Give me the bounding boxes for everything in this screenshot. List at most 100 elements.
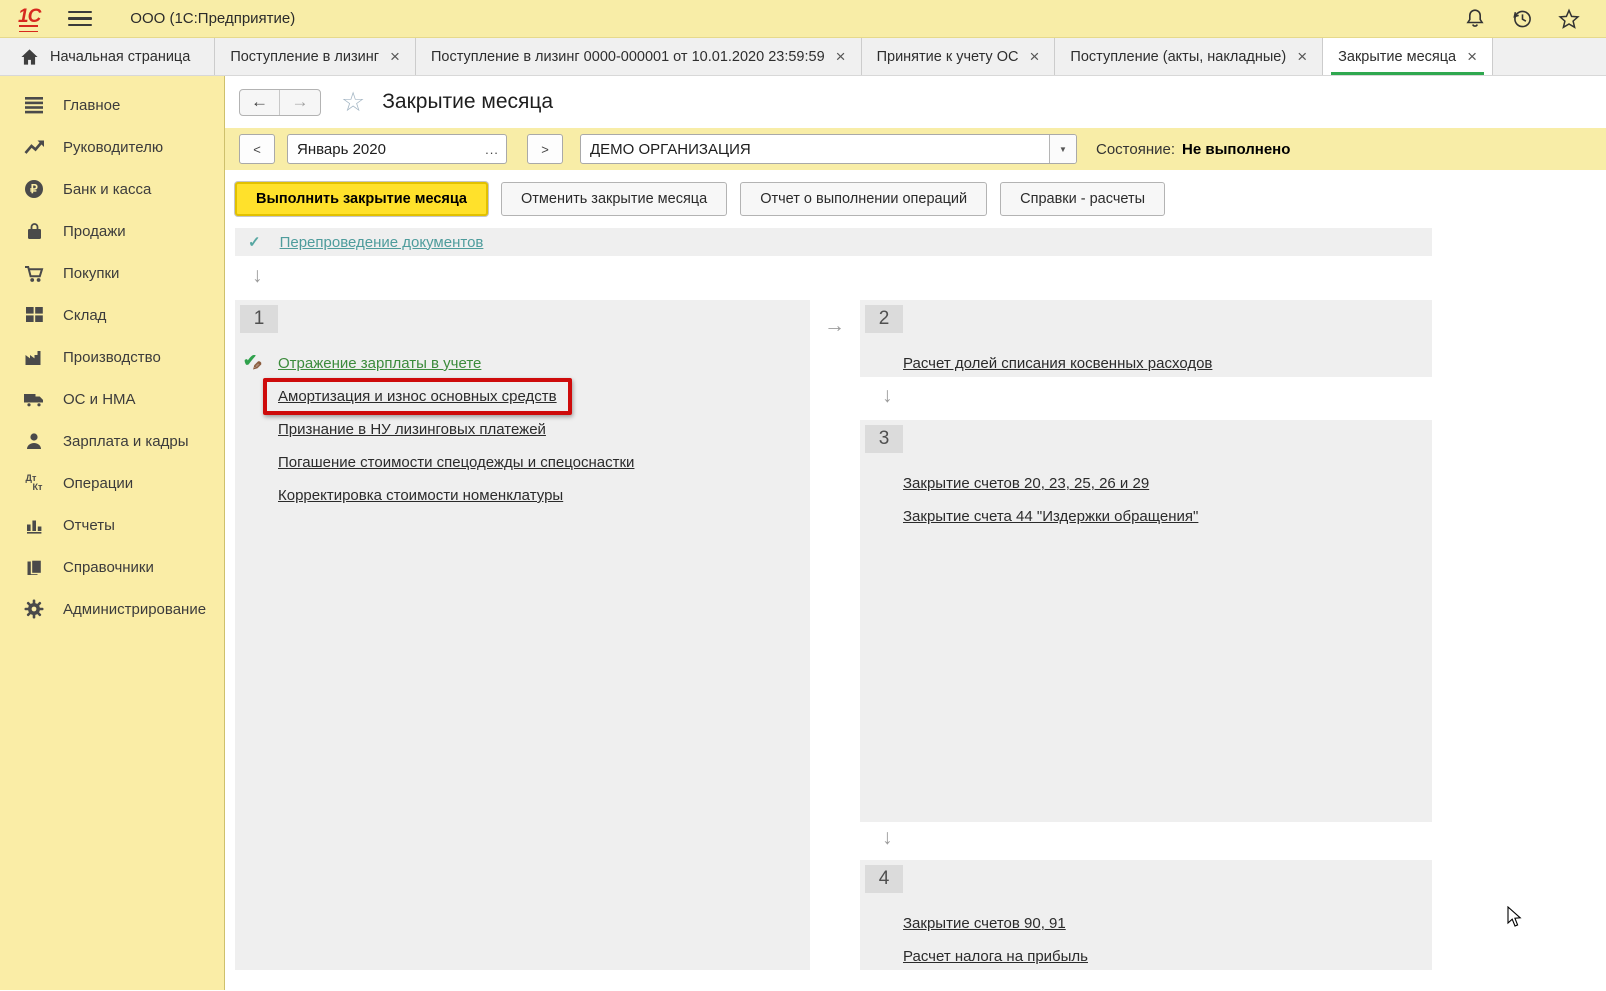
tab-postuplenie-akty[interactable]: Поступление (акты, накладные) × — [1055, 38, 1323, 75]
chevron-down-icon[interactable]: ▼ — [1049, 135, 1076, 163]
sidebar-item-label: Производство — [63, 349, 161, 366]
sidebar-item-rukovoditelyu[interactable]: Руководителю — [0, 126, 224, 168]
organization-select[interactable]: ДЕМО ОРГАНИЗАЦИЯ ▼ — [580, 134, 1077, 164]
tab-label: Поступление (акты, накладные) — [1070, 49, 1286, 65]
sidebar-item-otchety[interactable]: Отчеты — [0, 504, 224, 546]
add-to-favorites-star-icon[interactable]: ☆ — [341, 89, 365, 116]
prev-month-button[interactable]: < — [239, 134, 275, 164]
operation-row: Корректировка стоимости номенклатуры — [235, 479, 810, 512]
operation-row: Расчет долей списания косвенных расходов — [860, 347, 1432, 380]
sidebar-item-label: Отчеты — [63, 517, 115, 534]
shopping-cart-icon — [22, 263, 46, 283]
tab-prinyatie-k-uchetu-os[interactable]: Принятие к учету ОС × — [862, 38, 1056, 75]
tab-label: Начальная страница — [50, 49, 190, 65]
period-input[interactable]: Январь 2020 ... — [287, 134, 507, 164]
reposting-documents-link[interactable]: Перепроведение документов — [280, 234, 484, 251]
operation-row: Закрытие счетов 90, 91 — [860, 907, 1432, 940]
operation-link-workwear-cost[interactable]: Погашение стоимости спецодежды и спецосн… — [278, 454, 634, 471]
operations-group-2: 2 Расчет долей списания косвенных расход… — [860, 300, 1432, 377]
close-icon[interactable]: × — [1297, 48, 1307, 65]
tab-home[interactable]: Начальная страница — [0, 38, 215, 75]
window-title-bar: 1С ООО (1С:Предприятие) — [0, 0, 1606, 38]
sidebar-item-bank-i-kassa[interactable]: ₽ Банк и касса — [0, 168, 224, 210]
sidebar-item-zarplata-i-kadry[interactable]: Зарплата и кадры — [0, 420, 224, 462]
tab-zakrytie-mesyaca[interactable]: Закрытие месяца × — [1323, 38, 1493, 75]
hamburger-menu-icon[interactable] — [68, 11, 92, 26]
sidebar-item-operacii[interactable]: ДтКт Операции — [0, 462, 224, 504]
operation-row: ✔✎ Отражение зарплаты в учете — [235, 347, 810, 380]
sidebar-item-glavnoe[interactable]: Главное — [0, 84, 224, 126]
run-month-closing-button[interactable]: Выполнить закрытие месяца — [235, 182, 488, 216]
operation-row: Признание в НУ лизинговых платежей — [235, 413, 810, 446]
right-arrow-icon: → — [824, 314, 845, 338]
books-icon — [22, 557, 46, 577]
menu-lines-icon — [22, 95, 46, 115]
next-month-button[interactable]: > — [527, 134, 563, 164]
operation-link-nomenclature-cost[interactable]: Корректировка стоимости номенклатуры — [278, 487, 563, 504]
sidebar-item-os-i-nma[interactable]: ОС и НМА — [0, 378, 224, 420]
operation-link-depreciation[interactable]: Амортизация и износ основных средств — [278, 388, 557, 405]
operations-group-4: 4 Закрытие счетов 90, 91 Расчет налога н… — [860, 860, 1432, 970]
group-number-badge: 2 — [865, 305, 903, 333]
favorites-star-icon[interactable] — [1558, 8, 1580, 30]
tab-postuplenie-v-lizing[interactable]: Поступление в лизинг × — [215, 38, 416, 75]
sidebar-item-spravochniki[interactable]: Справочники — [0, 546, 224, 588]
down-arrow-icon: ↓ — [252, 265, 263, 286]
sidebar-item-label: Склад — [63, 307, 106, 324]
operation-link-income-tax[interactable]: Расчет налога на прибыль — [903, 948, 1088, 965]
close-icon[interactable]: × — [836, 48, 846, 65]
operation-link-close-account-44[interactable]: Закрытие счета 44 "Издержки обращения" — [903, 508, 1198, 525]
bar-chart-icon — [22, 515, 46, 535]
svg-text:₽: ₽ — [30, 182, 38, 196]
sidebar-item-label: Банк и касса — [63, 181, 151, 198]
operation-link-indirect-costs[interactable]: Расчет долей списания косвенных расходов — [903, 355, 1212, 372]
group-number-badge: 1 — [240, 305, 278, 333]
sidebar-item-label: Администрирование — [63, 601, 206, 618]
tab-label: Поступление в лизинг — [230, 49, 379, 65]
cancel-month-closing-button[interactable]: Отменить закрытие месяца — [501, 182, 727, 216]
period-toolbar: < Январь 2020 ... > ДЕМО ОРГАНИЗАЦИЯ ▼ С… — [225, 128, 1606, 170]
nav-forward-button[interactable]: → — [280, 90, 320, 115]
sidebar-item-sklad[interactable]: Склад — [0, 294, 224, 336]
sidebar-item-label: Операции — [63, 475, 133, 492]
calculations-references-button[interactable]: Справки - расчеты — [1000, 182, 1165, 216]
sidebar-item-administrirovanie[interactable]: Администрирование — [0, 588, 224, 630]
operations-group-3: 3 Закрытие счетов 20, 23, 25, 26 и 29 За… — [860, 420, 1432, 822]
operations-report-button[interactable]: Отчет о выполнении операций — [740, 182, 987, 216]
reposting-documents-row: ✓ Перепроведение документов — [235, 228, 1432, 256]
sidebar-item-prodazhi[interactable]: Продажи — [0, 210, 224, 252]
period-picker-button[interactable]: ... — [478, 142, 506, 157]
actions-toolbar: Выполнить закрытие месяца Отменить закры… — [225, 170, 1606, 228]
sidebar-item-label: Зарплата и кадры — [63, 433, 189, 450]
sidebar-item-label: Справочники — [63, 559, 154, 576]
sidebar-item-proizvodstvo[interactable]: Производство — [0, 336, 224, 378]
tab-label: Закрытие месяца — [1338, 49, 1456, 65]
down-arrow-icon: ↓ — [882, 385, 893, 406]
operation-link-close-accounts-90-91[interactable]: Закрытие счетов 90, 91 — [903, 915, 1066, 932]
tab-postuplenie-document[interactable]: Поступление в лизинг 0000-000001 от 10.0… — [416, 38, 862, 75]
down-arrow-icon: ↓ — [882, 827, 893, 848]
trend-arrow-icon — [22, 137, 46, 157]
sidebar-item-label: Продажи — [63, 223, 126, 240]
page-header: ← → ☆ Закрытие месяца — [225, 76, 1606, 128]
sidebar-item-label: ОС и НМА — [63, 391, 136, 408]
teal-check-icon: ✓ — [248, 233, 261, 251]
nav-back-button[interactable]: ← — [240, 90, 280, 115]
operation-link-salary-reflection[interactable]: Отражение зарплаты в учете — [278, 355, 481, 372]
debit-credit-icon: ДтКт — [22, 473, 46, 493]
close-icon[interactable]: × — [390, 48, 400, 65]
tab-label: Принятие к учету ОС — [877, 49, 1019, 65]
sidebar-item-pokupki[interactable]: Покупки — [0, 252, 224, 294]
close-icon[interactable]: × — [1467, 48, 1477, 65]
close-icon[interactable]: × — [1029, 48, 1039, 65]
operation-link-close-accounts-20-29[interactable]: Закрытие счетов 20, 23, 25, 26 и 29 — [903, 475, 1149, 492]
operation-row: Расчет налога на прибыль — [860, 940, 1432, 973]
page-title: Закрытие месяца — [382, 90, 553, 114]
history-icon[interactable] — [1511, 8, 1533, 30]
notifications-bell-icon[interactable] — [1464, 8, 1486, 30]
operation-link-leasing-payments[interactable]: Признание в НУ лизинговых платежей — [278, 421, 546, 438]
factory-icon — [22, 347, 46, 367]
red-highlight-box: Амортизация и износ основных средств — [263, 378, 572, 415]
organization-value: ДЕМО ОРГАНИЗАЦИЯ — [581, 141, 1049, 158]
flow-arrow-row: ↓ — [225, 256, 1606, 300]
